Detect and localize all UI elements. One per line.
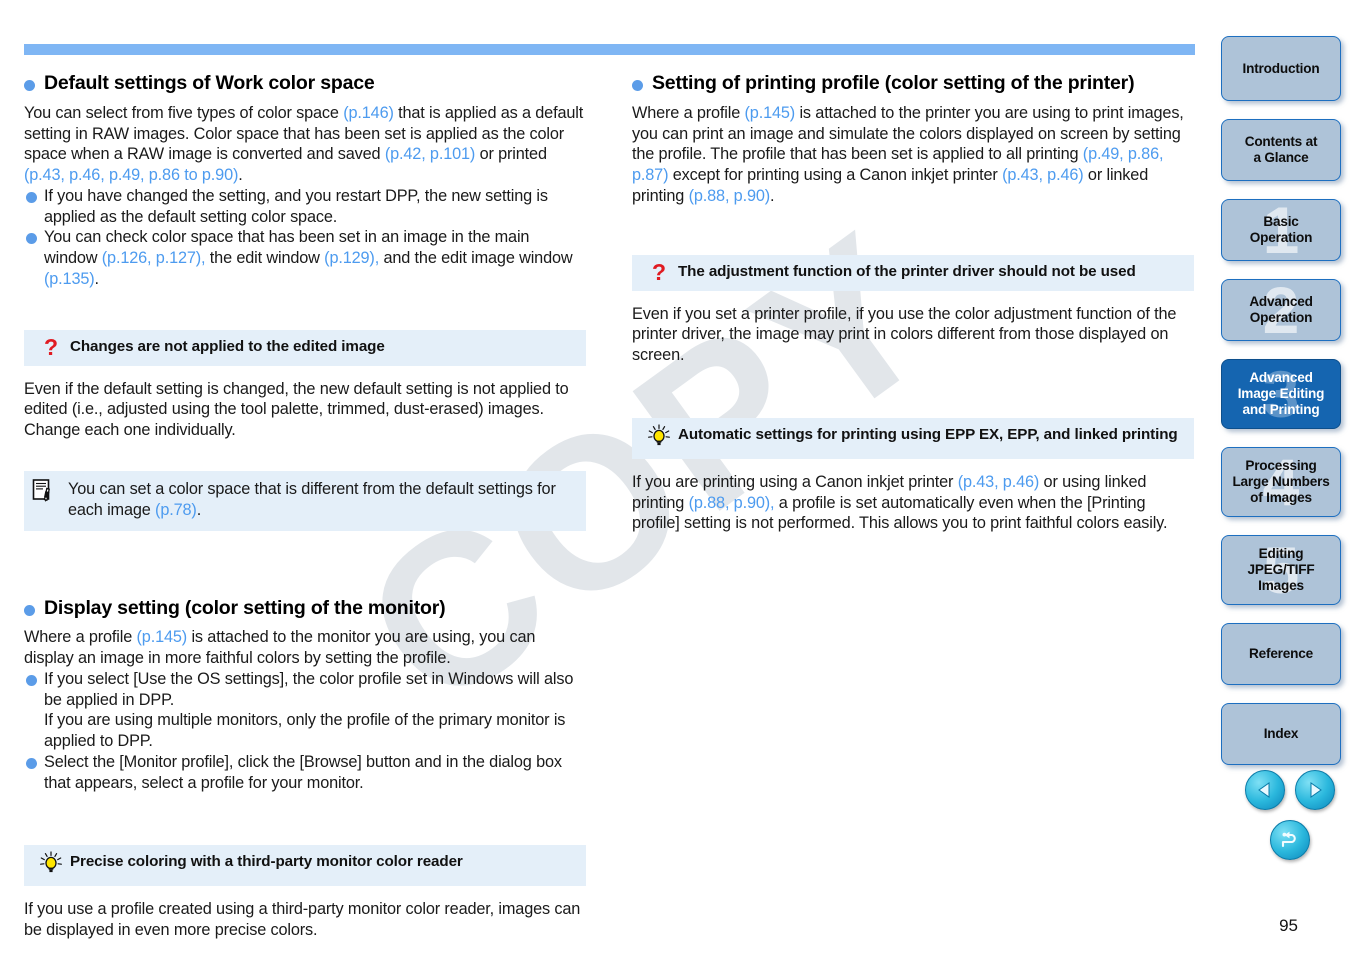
heading-setting-printing-profile: Setting of printing profile (color setti… bbox=[632, 72, 1194, 96]
sidebar-tab-introduction[interactable]: Introduction bbox=[1221, 36, 1341, 101]
sidebar-tab-editing-jpeg-tiff-images[interactable]: 5 Editing JPEG/TIFF Images bbox=[1221, 535, 1341, 605]
bullet-dot-icon bbox=[26, 233, 37, 245]
callout-body: Even if you set a printer profile, if yo… bbox=[632, 304, 1177, 365]
previous-page-button[interactable] bbox=[1245, 770, 1285, 810]
page-number: 95 bbox=[1279, 916, 1298, 935]
page-ref-link[interactable]: (p.145) bbox=[137, 628, 188, 646]
callout-body: If you use a profile created using a thi… bbox=[24, 900, 581, 940]
bullet-dot-icon bbox=[24, 80, 35, 91]
bullet-dot-icon bbox=[26, 757, 37, 769]
callout-body: Even if the default setting is changed, … bbox=[24, 379, 569, 440]
lightbulb-icon bbox=[32, 851, 70, 879]
memo-note-icon-svg bbox=[32, 479, 50, 502]
callout-header: ? Changes are not applied to the edited … bbox=[24, 329, 586, 366]
heading-default-settings-work-color-space: Default settings of Work color space bbox=[24, 72, 586, 96]
sidebar-tab-advanced-operation[interactable]: 2 Advanced Operation bbox=[1221, 279, 1341, 341]
paragraph-printing-profile: Where a profile (p.145) is attached to t… bbox=[632, 103, 1184, 205]
left-column: Default settings of Work color space You… bbox=[24, 72, 586, 941]
chapter-tab-rail: Introduction Contents at a Glance 1 Basic… bbox=[1218, 36, 1344, 783]
page-ref-link[interactable]: (p.146) bbox=[343, 104, 394, 122]
callout-body: If you are printing using a Canon inkjet… bbox=[632, 472, 1168, 533]
triangle-left-icon bbox=[1258, 782, 1270, 798]
sidebar-tab-processing-large-numbers-of-images[interactable]: 4 Processing Large Numbers of Images bbox=[1221, 447, 1341, 517]
note-text: You can set a color space that is differ… bbox=[68, 479, 556, 519]
list-item: Select the [Monitor profile], click the … bbox=[24, 752, 586, 794]
page-ref-link[interactable]: (p.126, p.127), bbox=[102, 249, 206, 267]
document-page: COPY Default settings of Work color spac… bbox=[0, 0, 1350, 954]
callout-precise-coloring: Precise coloring with a third-party moni… bbox=[24, 845, 586, 941]
right-column: Setting of printing profile (color setti… bbox=[632, 72, 1194, 534]
memo-note-icon bbox=[32, 479, 68, 508]
callout-header: Precise coloring with a third-party moni… bbox=[24, 845, 586, 887]
bullet-dot-icon bbox=[26, 674, 37, 686]
callout-title: Precise coloring with a third-party moni… bbox=[70, 853, 463, 871]
sidebar-tab-basic-operation[interactable]: 1 Basic Operation bbox=[1221, 199, 1341, 261]
bullet-dot-icon bbox=[24, 604, 35, 616]
page-ref-link[interactable]: (p.43, p.46) bbox=[1002, 166, 1084, 184]
callout-title: The adjustment function of the printer d… bbox=[678, 262, 1136, 280]
bullet-dot-icon bbox=[26, 191, 37, 203]
callout-changes-not-applied: ? Changes are not applied to the edited … bbox=[24, 329, 586, 441]
tab-label: Basic Operation bbox=[1249, 214, 1313, 245]
callout-automatic-settings-epp: Automatic settings for printing using EP… bbox=[632, 417, 1194, 534]
bullet-dot-icon bbox=[632, 80, 643, 91]
page-ref-link[interactable]: (p.135) bbox=[44, 270, 95, 288]
question-mark-icon: ? bbox=[651, 258, 667, 285]
page-ref-link[interactable]: (p.42, p.101) bbox=[385, 145, 476, 163]
triangle-right-icon bbox=[1310, 782, 1322, 798]
lightbulb-icon bbox=[640, 424, 678, 452]
list-item: You can check color space that has been … bbox=[24, 227, 586, 289]
tab-label: Reference bbox=[1249, 646, 1313, 662]
paragraph-work-color-space: You can select from five types of color … bbox=[24, 103, 584, 185]
tab-label: Editing JPEG/TIFF Images bbox=[1247, 546, 1315, 593]
tab-label: Index bbox=[1263, 726, 1299, 742]
list-item: If you select [Use the OS settings], the… bbox=[24, 669, 586, 752]
note-box-color-space: You can set a color space that is differ… bbox=[24, 470, 586, 531]
next-page-button[interactable] bbox=[1295, 770, 1335, 810]
page-ref-link[interactable]: (p.78) bbox=[155, 501, 197, 519]
tab-label: Advanced Operation bbox=[1249, 294, 1313, 325]
page-ref-link[interactable]: (p.145) bbox=[745, 104, 796, 122]
sidebar-tab-contents-at-a-glance[interactable]: Contents at a Glance bbox=[1221, 119, 1341, 181]
callout-title: Changes are not applied to the edited im… bbox=[70, 337, 385, 355]
heading-display-setting: Display setting (color setting of the mo… bbox=[24, 597, 586, 621]
page-ref-link[interactable]: (p.88, p.90), bbox=[689, 494, 775, 512]
lightbulb-icon-svg bbox=[39, 851, 62, 873]
list-item: If you have changed the setting, and you… bbox=[24, 186, 586, 228]
callout-title: Automatic settings for printing using EP… bbox=[678, 425, 1178, 443]
callout-header: Automatic settings for printing using EP… bbox=[632, 417, 1194, 459]
tab-label: Introduction bbox=[1242, 60, 1320, 76]
sidebar-tab-advanced-image-editing-and-printing[interactable]: 3 Advanced Image Editing and Printing bbox=[1221, 359, 1341, 429]
page-ref-link[interactable]: (p.129), bbox=[324, 249, 379, 267]
page-nav-buttons bbox=[1230, 770, 1350, 860]
nav-row-primary bbox=[1230, 770, 1350, 810]
sidebar-tab-index[interactable]: Index bbox=[1221, 703, 1341, 765]
tab-label: Processing Large Numbers of Images bbox=[1232, 458, 1330, 505]
question-mark-icon: ? bbox=[43, 333, 59, 360]
callout-header: ? The adjustment function of the printer… bbox=[632, 254, 1194, 291]
nav-row-secondary bbox=[1230, 820, 1350, 860]
callout-printer-driver-adjustment: ? The adjustment function of the printer… bbox=[632, 254, 1194, 366]
tab-label: Contents at a Glance bbox=[1244, 134, 1318, 165]
return-button[interactable] bbox=[1270, 820, 1310, 860]
sidebar-tab-reference[interactable]: Reference bbox=[1221, 623, 1341, 685]
tab-label: Advanced Image Editing and Printing bbox=[1237, 370, 1325, 417]
lightbulb-icon-svg bbox=[647, 424, 670, 446]
paragraph-display-setting: Where a profile (p.145) is attached to t… bbox=[24, 628, 536, 668]
top-rule-bar bbox=[24, 44, 1195, 55]
page-ref-link[interactable]: (p.88, p.90) bbox=[689, 187, 771, 205]
page-ref-link[interactable]: (p.43, p.46) bbox=[958, 473, 1040, 491]
page-ref-link[interactable]: (p.43, p.46, p.49, p.86 to p.90) bbox=[24, 166, 238, 184]
return-arrow-icon bbox=[1281, 831, 1296, 848]
